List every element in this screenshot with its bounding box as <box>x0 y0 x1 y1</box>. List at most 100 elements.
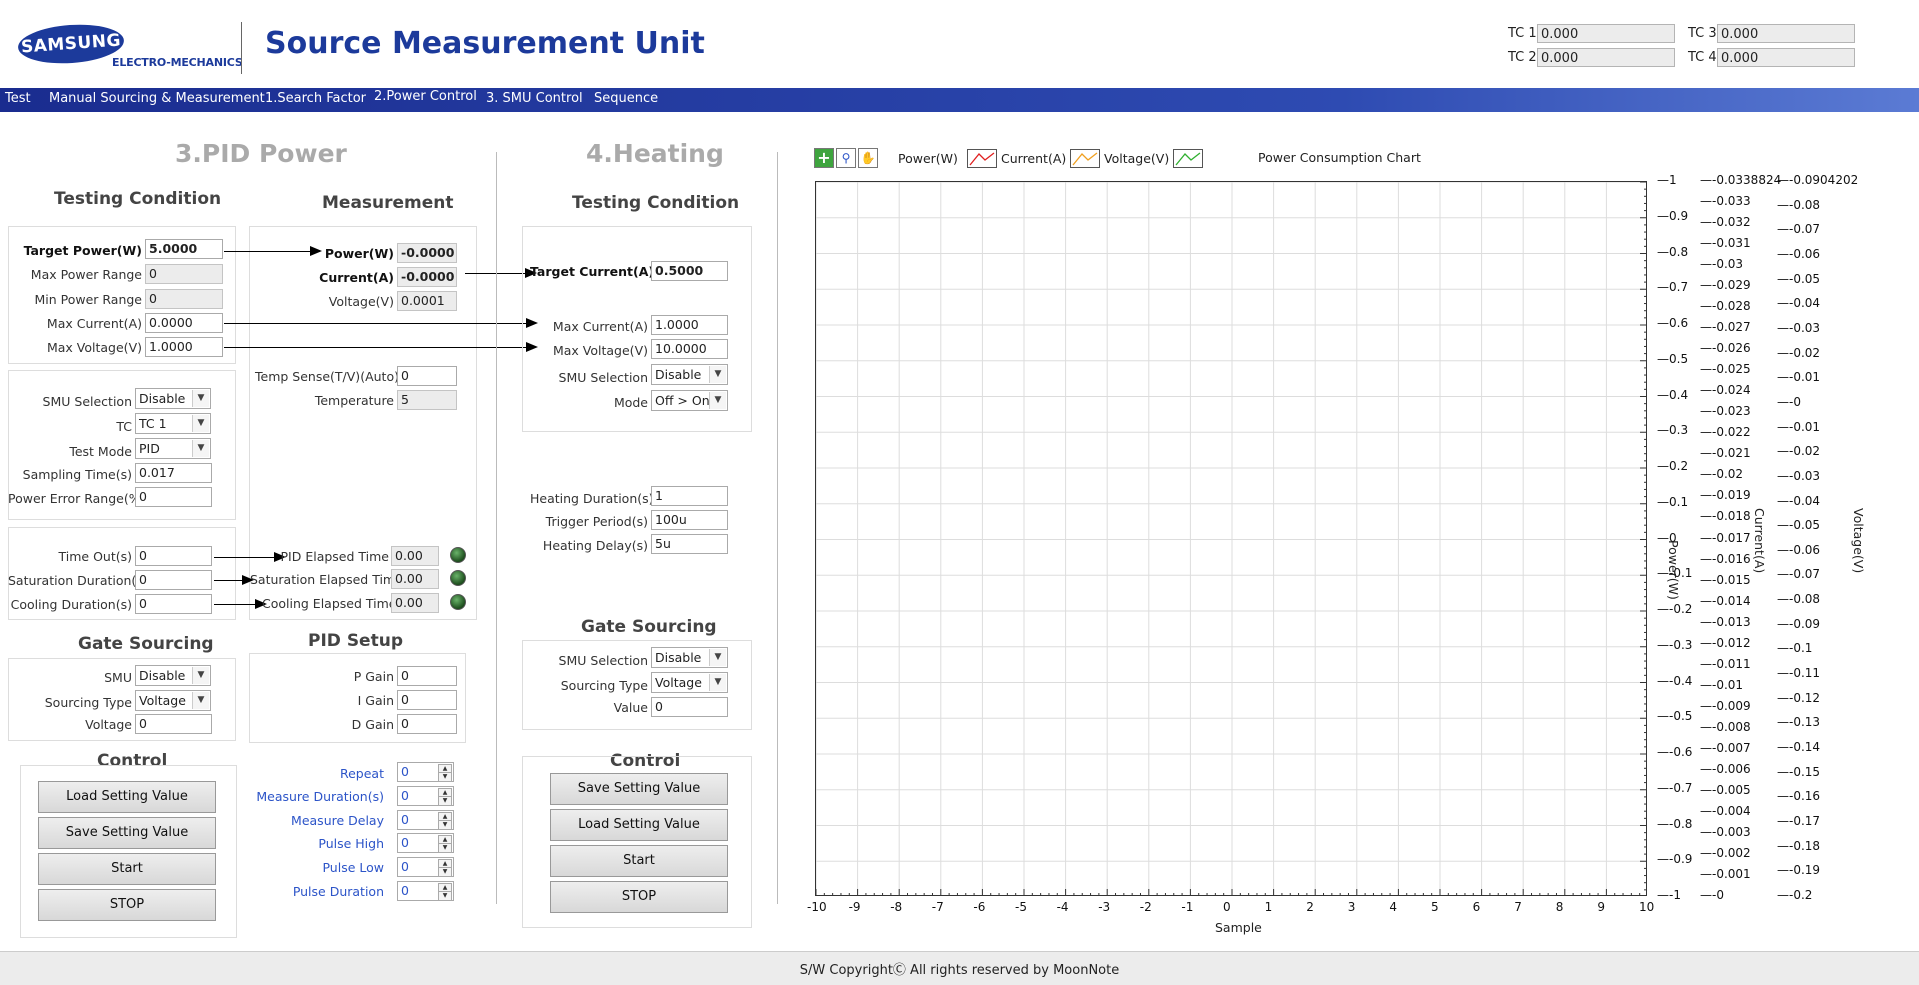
menu-test[interactable]: Test <box>5 88 31 112</box>
y-tick-label: —-0.1 <box>1777 641 1813 656</box>
pid-gate-type-select[interactable]: Voltage ▼ <box>135 690 211 711</box>
y-tick-label: —-0.2 <box>1657 602 1693 616</box>
copyright-text: S/W CopyrightⒸ All rights reserved by Mo… <box>799 963 1120 978</box>
test-mode-select[interactable]: PID ▼ <box>135 438 211 459</box>
p-gain-input[interactable]: 0 <box>397 666 457 686</box>
y-tick-label: —-0.016 <box>1700 551 1751 566</box>
chevron-down-icon: ▼ <box>709 674 726 691</box>
temp-sense-input[interactable]: 0 <box>397 366 457 386</box>
y-tick-label: —-0.031 <box>1700 236 1751 251</box>
mode-select[interactable]: Off > On ▼ <box>651 390 728 411</box>
time-out-label: Time Out(s) <box>58 549 133 564</box>
max-voltage-input[interactable]: 1.0000 <box>145 337 223 357</box>
y-tick-label: —1 <box>1657 173 1677 187</box>
chevron-down-icon: ▼ <box>192 692 209 709</box>
repeat-spinner[interactable]: 0 ▲ ▼ <box>397 762 454 782</box>
trigger-period-label: Trigger Period(s) <box>545 514 648 529</box>
menu-search-factor[interactable]: 1.Search Factor <box>265 88 366 112</box>
spin-down-icon[interactable]: ▼ <box>438 843 452 853</box>
heating-gate-smu-select[interactable]: Disable ▼ <box>651 647 728 668</box>
pid-load-setting-button[interactable]: Load Setting Value <box>38 781 216 813</box>
sampling-time-input[interactable]: 0.017 <box>135 463 212 483</box>
i-gain-input[interactable]: 0 <box>397 690 457 710</box>
power-error-label: Power Error Range(%) <box>8 491 146 506</box>
power-error-input[interactable]: 0 <box>135 487 212 507</box>
test-mode-value: PID <box>139 441 160 456</box>
menu-manual-sourcing[interactable]: Manual Sourcing & Measurement <box>49 88 265 112</box>
test-mode-label: Test Mode <box>69 444 132 459</box>
pulse-low-label: Pulse Low <box>322 860 384 875</box>
heating-save-setting-button[interactable]: Save Setting Value <box>550 773 728 805</box>
heating-smu-selection-select[interactable]: Disable ▼ <box>651 364 728 385</box>
chevron-down-icon: ▼ <box>192 390 209 407</box>
heating-max-current-label: Max Current(A) <box>552 319 648 334</box>
menu-power-control[interactable]: 2.Power Control <box>374 86 477 110</box>
pid-save-setting-button[interactable]: Save Setting Value <box>38 817 216 849</box>
legend-power-label: Power(W) <box>898 151 958 166</box>
menu-sequence[interactable]: Sequence <box>594 88 658 112</box>
spin-down-icon[interactable]: ▼ <box>438 796 452 806</box>
pulse-duration-spinner[interactable]: 0 ▲ ▼ <box>397 881 454 901</box>
section-divider <box>777 152 778 904</box>
y-tick-label: —-0.5 <box>1657 709 1693 724</box>
pulse-high-spinner[interactable]: 0 ▲ ▼ <box>397 833 454 853</box>
pid-gate-voltage-input[interactable]: 0 <box>135 714 212 734</box>
zoom-tool-icon[interactable]: ⚲ <box>836 148 856 168</box>
x-tick-label: 3 <box>1347 900 1356 914</box>
pid-testing-condition-title: Testing Condition <box>54 189 222 209</box>
measure-delay-spinner[interactable]: 0 ▲ ▼ <box>397 810 454 830</box>
pan-hand-icon[interactable]: ✋ <box>858 148 878 168</box>
heating-stop-button[interactable]: STOP <box>550 881 728 913</box>
y-tick-label: —-0.01 <box>1700 677 1744 692</box>
spin-down-icon[interactable]: ▼ <box>438 891 452 901</box>
heating-max-current-input[interactable]: 1.0000 <box>651 315 728 335</box>
spin-down-icon[interactable]: ▼ <box>438 820 452 830</box>
d-gain-input[interactable]: 0 <box>397 714 457 734</box>
y-tick-label: —-0.08 <box>1777 592 1821 607</box>
x-tick-label: -5 <box>1015 900 1027 914</box>
x-tick-label: -8 <box>890 900 903 914</box>
spin-down-icon[interactable]: ▼ <box>438 772 452 782</box>
target-current-input[interactable]: 0.5000 <box>651 261 728 281</box>
heating-gate-type-select[interactable]: Voltage ▼ <box>651 672 728 693</box>
heating-delay-input[interactable]: 5u <box>651 534 728 554</box>
heating-max-voltage-input[interactable]: 10.0000 <box>651 339 728 359</box>
saturation-duration-input[interactable]: 0 <box>135 570 212 590</box>
legend-voltage-label: Voltage(V) <box>1104 151 1170 166</box>
time-out-input[interactable]: 0 <box>135 546 212 566</box>
cooling-elapsed-value: 0.00 <box>391 593 439 613</box>
smu-selection-select[interactable]: Disable ▼ <box>135 388 211 409</box>
heating-gate-value-label: Value <box>613 700 648 715</box>
trigger-period-input[interactable]: 100u <box>651 510 728 530</box>
tc3-value: 0.000 <box>1717 24 1855 43</box>
crosshair-tool-icon[interactable]: + <box>814 148 834 168</box>
logo-subtitle: ELECTRO-MECHANICS <box>112 56 243 69</box>
x-tick-label: 5 <box>1431 900 1439 914</box>
pulse-low-value: 0 <box>401 859 409 874</box>
pid-stop-button[interactable]: STOP <box>38 889 216 921</box>
spin-down-icon[interactable]: ▼ <box>438 867 452 877</box>
cooling-duration-input[interactable]: 0 <box>135 594 212 614</box>
tc1-value: 0.000 <box>1537 24 1675 43</box>
y-tick-label: —-0 <box>1777 394 1801 409</box>
y-tick-label: —-0.07 <box>1777 222 1821 237</box>
target-power-input[interactable]: 5.0000 <box>145 239 223 259</box>
heating-start-button[interactable]: Start <box>550 845 728 877</box>
heating-duration-input[interactable]: 1 <box>651 486 728 506</box>
measure-duration-spinner[interactable]: 0 ▲ ▼ <box>397 786 454 806</box>
y-tick-label: —-0.014 <box>1700 593 1751 608</box>
max-current-label: Max Current(A) <box>46 316 142 331</box>
pid-gate-smu-select[interactable]: Disable ▼ <box>135 665 211 686</box>
pid-gate-sourcing-title: Gate Sourcing <box>78 634 214 654</box>
max-current-input[interactable]: 0.0000 <box>145 313 223 333</box>
pid-start-button[interactable]: Start <box>38 853 216 885</box>
heating-load-setting-button[interactable]: Load Setting Value <box>550 809 728 841</box>
d-gain-label: D Gain <box>351 717 394 732</box>
chart-plot-area[interactable] <box>815 181 1647 896</box>
y-tick-label: —-0.07 <box>1777 567 1821 582</box>
heating-gate-value-input[interactable]: 0 <box>651 697 728 717</box>
heating-gate-type-label: Sourcing Type <box>560 678 648 693</box>
pulse-low-spinner[interactable]: 0 ▲ ▼ <box>397 857 454 877</box>
tc-select[interactable]: TC 1 ▼ <box>135 413 211 434</box>
menu-smu-control[interactable]: 3. SMU Control <box>486 88 583 112</box>
